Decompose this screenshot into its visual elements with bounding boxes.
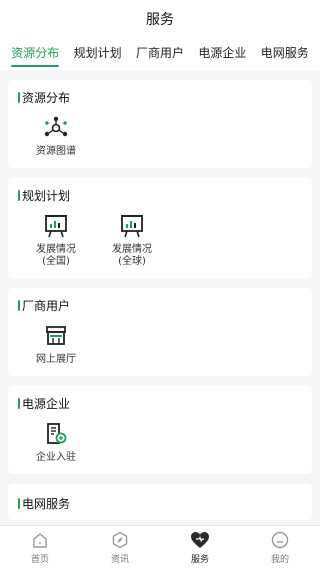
heart-icon xyxy=(190,530,210,550)
section-title: 规划计划 xyxy=(18,186,302,204)
section-accent-bar xyxy=(18,189,20,201)
tab-resource-distribution[interactable]: 资源分布 xyxy=(11,38,60,70)
profile-icon xyxy=(270,530,290,550)
item-label: 发展情况 (全国) xyxy=(36,244,76,267)
tab-planning[interactable]: 规划计划 xyxy=(74,38,122,70)
nav-services[interactable]: 服务 xyxy=(170,530,230,565)
section-title: 厂商用户 xyxy=(18,296,302,314)
section-vendor-users: 厂商用户 网上展厅 xyxy=(8,288,312,376)
section-title: 电网服务 xyxy=(18,494,302,512)
section-accent-bar xyxy=(18,397,20,409)
tab-vendor-users[interactable]: 厂商用户 xyxy=(136,38,184,70)
nav-label: 首页 xyxy=(30,555,49,565)
tab-bar: 资源分布 规划计划 厂商用户 电源企业 电网服务 xyxy=(0,38,320,70)
section-title: 资源分布 xyxy=(18,88,302,106)
enterprise-registration-item[interactable]: 企业入驻 xyxy=(18,420,94,464)
online-showroom-item[interactable]: 网上展厅 xyxy=(18,322,94,366)
network-graph-icon xyxy=(42,114,70,142)
page-title: 服务 xyxy=(146,12,174,28)
bottom-navigation: 首页 资讯 服务 我的 xyxy=(0,525,320,569)
section-title: 电源企业 xyxy=(18,394,302,412)
home-icon xyxy=(30,530,50,550)
nav-label: 资讯 xyxy=(110,555,129,565)
building-add-icon xyxy=(42,420,70,448)
tab-power-enterprises[interactable]: 电源企业 xyxy=(198,38,246,70)
section-power-enterprises: 电源企业 企业入驻 xyxy=(8,386,312,474)
nav-home[interactable]: 首页 xyxy=(10,530,70,565)
section-accent-bar xyxy=(18,91,20,103)
item-label: 企业入驻 xyxy=(36,452,76,463)
presentation-chart-icon xyxy=(42,212,70,240)
section-accent-bar xyxy=(18,299,20,311)
nav-label: 我的 xyxy=(270,555,289,565)
section-accent-bar xyxy=(18,497,20,509)
resource-map-item[interactable]: 资源图谱 xyxy=(18,114,94,158)
tab-grid-services[interactable]: 电网服务 xyxy=(261,38,309,70)
item-label: 发展情况 (全球) xyxy=(112,244,152,267)
content-area[interactable]: 资源分布 资源图谱 规划计划 发展情况 (全国) 发展情况 (全球) 厂商用户 … xyxy=(0,70,320,525)
nav-profile[interactable]: 我的 xyxy=(250,530,310,565)
development-national-item[interactable]: 发展情况 (全国) xyxy=(18,212,94,268)
section-resource-distribution: 资源分布 资源图谱 xyxy=(8,80,312,168)
section-planning: 规划计划 发展情况 (全国) 发展情况 (全球) xyxy=(8,178,312,278)
nav-news[interactable]: 资讯 xyxy=(90,530,150,565)
presentation-chart-icon xyxy=(118,212,146,240)
compass-icon xyxy=(110,530,130,550)
header: 服务 xyxy=(0,0,320,38)
development-global-item[interactable]: 发展情况 (全球) xyxy=(94,212,170,268)
storefront-icon xyxy=(42,322,70,350)
item-label: 资源图谱 xyxy=(36,146,76,157)
section-grid-services: 电网服务 xyxy=(8,484,312,520)
item-label: 网上展厅 xyxy=(36,354,76,365)
nav-label: 服务 xyxy=(190,555,209,565)
